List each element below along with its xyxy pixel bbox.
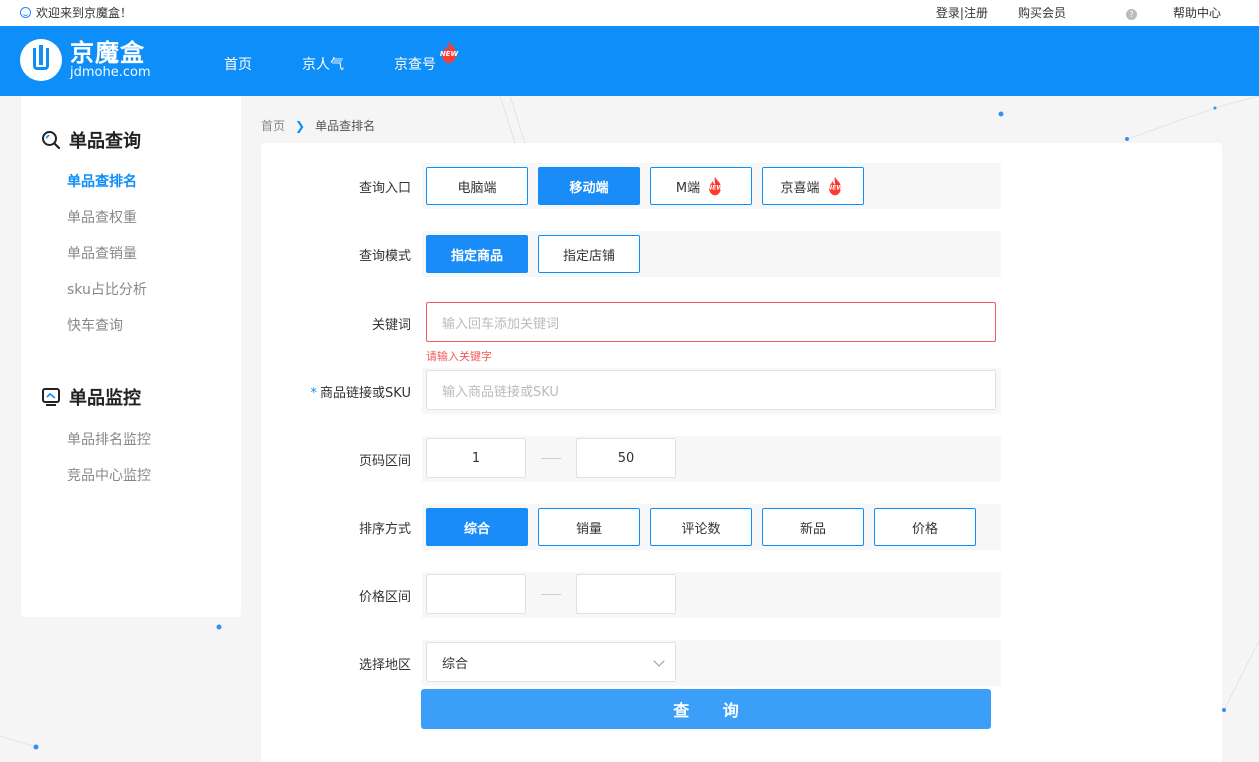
- help-icon: ?: [1125, 9, 1137, 20]
- sidebar-item-rank-monitor[interactable]: 单品排名监控: [67, 429, 151, 449]
- entry-m-label: M端: [675, 180, 701, 196]
- region-row: 选择地区 综合: [359, 640, 1001, 686]
- section-single-query-label: 单品查询: [69, 131, 141, 152]
- region-label: 选择地区: [358, 658, 411, 673]
- new-badge-text: NEW: [440, 50, 459, 58]
- sort-price-button[interactable]: 价格: [874, 508, 976, 546]
- chevron-down-icon: [653, 655, 665, 667]
- keyword-row: 关键词 输入回车添加关键词: [372, 300, 1001, 346]
- price-range-row: 价格区间: [359, 572, 1001, 618]
- sort-sales-button[interactable]: 销量: [538, 508, 640, 546]
- login-register-link[interactable]: 登录|注册: [936, 4, 988, 21]
- sku-label-text: 商品链接或SKU: [320, 386, 411, 401]
- main-nav: 首页 京人气 京查号 NEW: [224, 41, 486, 74]
- header: 京魔盒 jdmohe.com 首页 京人气 京查号 NEW: [0, 26, 1259, 96]
- sidebar-item-sales[interactable]: 单品查销量: [67, 243, 137, 263]
- sort-row: 排序方式 综合 销量 评论数 新品 价格: [359, 504, 1001, 550]
- nav-check-account[interactable]: 京查号 NEW: [394, 41, 458, 74]
- nav-home[interactable]: 首页: [224, 54, 252, 74]
- new-badge-text: NEW: [827, 185, 843, 191]
- breadcrumb-current: 单品查排名: [315, 119, 376, 133]
- region-select-value: 综合: [442, 656, 469, 672]
- entry-m-button[interactable]: M端 NEW: [650, 167, 752, 205]
- logo[interactable]: 京魔盒 jdmohe.com: [20, 39, 151, 81]
- logo-domain: jdmohe.com: [70, 65, 151, 80]
- sort-overall-button[interactable]: 综合: [426, 508, 528, 546]
- entry-jingxi-label: 京喜端: [780, 180, 820, 196]
- sku-input[interactable]: 输入商品链接或SKU: [426, 370, 996, 410]
- mode-shop-button[interactable]: 指定店铺: [538, 235, 640, 273]
- logo-icon: [20, 39, 62, 81]
- entry-label: 查询入口: [358, 181, 411, 196]
- top-bar: 欢迎来到京魔盒！ 登录|注册 购买会员 ? 帮助中心: [0, 0, 1259, 26]
- page-range-row: 页码区间 1 50: [359, 436, 1001, 482]
- help-center-label: 帮助中心: [1172, 6, 1221, 20]
- page-from-input[interactable]: 1: [426, 438, 526, 478]
- section-monitor-title: 单品监控: [41, 384, 141, 410]
- breadcrumb-home[interactable]: 首页: [261, 117, 285, 134]
- logo-name: 京魔盒: [70, 39, 145, 67]
- welcome-text: 欢迎来到京魔盒！: [36, 6, 133, 20]
- mode-product-button[interactable]: 指定商品: [426, 235, 528, 273]
- keyword-input[interactable]: 输入回车添加关键词: [426, 302, 996, 342]
- new-badge-text: NEW: [707, 185, 723, 191]
- region-select[interactable]: 综合: [426, 642, 676, 682]
- section-monitor-label: 单品监控: [69, 388, 141, 409]
- new-fire-icon: NEW: [440, 41, 459, 63]
- query-button[interactable]: 查 询: [421, 689, 991, 729]
- new-fire-icon: NEW: [707, 176, 723, 196]
- price-to-input[interactable]: [576, 574, 676, 614]
- sidebar-item-competitor-monitor[interactable]: 竞品中心监控: [67, 465, 151, 485]
- price-range-label: 价格区间: [358, 590, 411, 605]
- entry-row: 查询入口 电脑端 移动端 M端 NEW 京喜端 NEW: [359, 163, 1001, 209]
- sidebar: 单品查询 单品查排名 单品查权重 单品查销量 sku占比分析 快车查询 单品监控…: [21, 96, 241, 617]
- entry-pc-button[interactable]: 电脑端: [426, 167, 528, 205]
- help-center-link[interactable]: ? 帮助中心: [1096, 4, 1221, 21]
- sku-row: * 商品链接或SKU 输入商品链接或SKU: [311, 368, 1001, 414]
- buy-membership-link[interactable]: 购买会员: [1018, 4, 1066, 21]
- sort-new-button[interactable]: 新品: [762, 508, 864, 546]
- page-to-input[interactable]: 50: [576, 438, 676, 478]
- required-mark: *: [310, 386, 318, 401]
- sort-reviews-button[interactable]: 评论数: [650, 508, 752, 546]
- mode-row: 查询模式 指定商品 指定店铺: [359, 231, 1001, 277]
- keyword-error-message: 请输入关键字: [426, 350, 492, 363]
- sidebar-item-express[interactable]: 快车查询: [67, 315, 123, 335]
- sidebar-item-rank[interactable]: 单品查排名: [67, 171, 137, 191]
- new-fire-icon: NEW: [827, 176, 843, 196]
- breadcrumb-separator-icon: ❯: [295, 118, 306, 133]
- sidebar-item-weight[interactable]: 单品查权重: [67, 207, 137, 227]
- range-dash: [541, 458, 561, 459]
- smile-icon: [20, 7, 31, 18]
- breadcrumb: 首页 ❯ 单品查排名: [261, 117, 375, 134]
- sku-label: * 商品链接或SKU: [311, 382, 411, 401]
- nav-check-account-label: 京查号: [394, 57, 436, 73]
- keyword-label: 关键词: [371, 318, 411, 333]
- search-icon: [42, 131, 61, 150]
- entry-jingxi-button[interactable]: 京喜端 NEW: [762, 167, 864, 205]
- monitor-icon: [42, 388, 60, 406]
- price-from-input[interactable]: [426, 574, 526, 614]
- section-single-query-title: 单品查询: [41, 127, 141, 153]
- top-links: 登录|注册 购买会员 ? 帮助中心: [906, 4, 1221, 21]
- range-dash: [541, 594, 561, 595]
- query-form-panel: 查询入口 电脑端 移动端 M端 NEW 京喜端 NEW 查询模式 指定商品 指定…: [261, 143, 1222, 762]
- sort-label: 排序方式: [358, 522, 411, 537]
- page-range-label: 页码区间: [358, 454, 411, 469]
- welcome-message: 欢迎来到京魔盒！: [20, 4, 132, 21]
- entry-mobile-button[interactable]: 移动端: [538, 167, 640, 205]
- mode-label: 查询模式: [358, 249, 411, 264]
- sidebar-item-sku-ratio[interactable]: sku占比分析: [67, 279, 147, 299]
- nav-popularity[interactable]: 京人气: [302, 54, 344, 74]
